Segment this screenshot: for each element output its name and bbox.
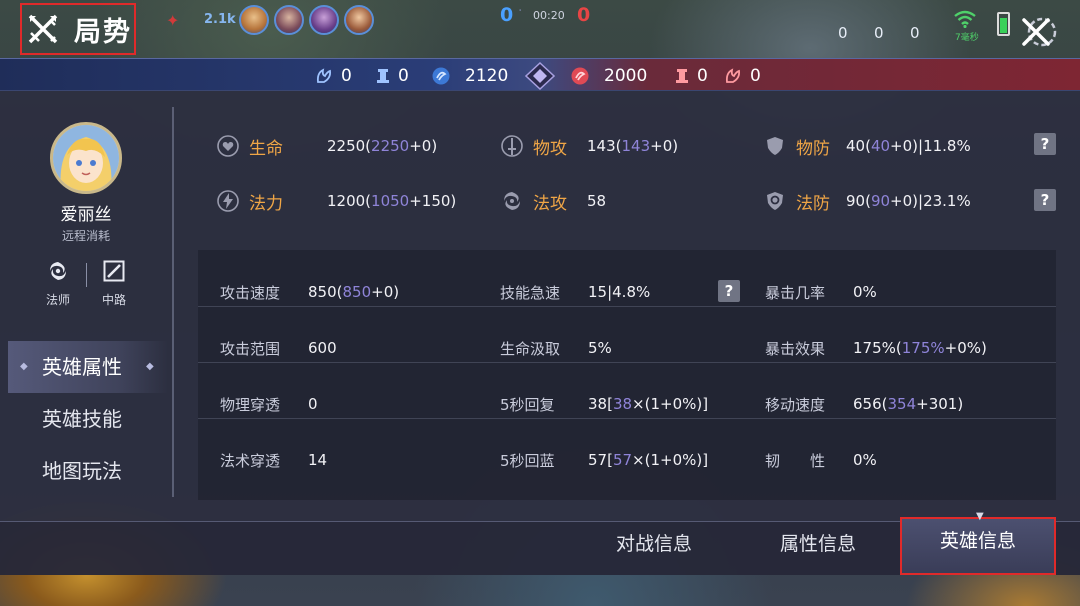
kill-icon: ✦ [166, 11, 180, 30]
heart-icon [215, 133, 241, 159]
hud-stat: 0 [838, 24, 848, 42]
gold-icon [571, 67, 589, 85]
blue-dragons: 0 [315, 66, 352, 86]
stat-attack-speed: 攻击速度 850(850+0) [220, 283, 400, 302]
defense-help-button[interactable]: ? [1034, 133, 1056, 155]
hero-class-tag: 法师 [38, 259, 78, 308]
mage-icon [50, 262, 66, 280]
ally-portrait[interactable] [344, 5, 374, 35]
ally-portrait[interactable] [309, 5, 339, 35]
stat-crit-damage: 暴击效果 175%(175%+0%) [765, 339, 987, 358]
gold-icon [432, 67, 450, 85]
nav-hero-attributes[interactable]: 英雄属性 [8, 341, 168, 393]
shield-icon [762, 133, 788, 159]
hero-role: 远程消耗 [61, 229, 110, 243]
dragon-icon [725, 68, 741, 83]
versus-diamond-icon [525, 62, 555, 90]
detailed-stats-table: 攻击速度 850(850+0) 攻击范围 600 物理穿透 0 法术穿透 14 … [198, 250, 1056, 500]
blue-team-score: 0 [500, 4, 514, 26]
hero-name: 爱丽丝 [60, 205, 112, 225]
stat-physical-attack: 物攻 143(143+0) [499, 131, 678, 161]
stat-physical-defense: 物防 40(40+0)|11.8% [762, 131, 971, 161]
score-separator: · [518, 3, 523, 19]
dragon-icon [316, 68, 332, 83]
hero-lane-tag: 中路 [94, 259, 134, 308]
kills-count: 2.1k [204, 12, 236, 27]
swirl-icon [499, 188, 525, 214]
side-divider [172, 107, 174, 497]
tab-battle-info[interactable]: 对战信息 [576, 522, 732, 576]
hud-stat: 0 [910, 24, 920, 42]
hero-avatar [50, 122, 122, 194]
stat-tenacity: 韧 性 0% [765, 451, 877, 470]
nav-hero-skills[interactable]: 英雄技能 [8, 393, 168, 445]
red-gold: 2000 [570, 66, 647, 86]
battery-icon [997, 12, 1010, 36]
close-icon[interactable] [1016, 12, 1060, 52]
ping-value: 7毫秒 [955, 33, 979, 43]
ally-portrait[interactable] [274, 5, 304, 35]
blue-gold: 2120 [431, 66, 508, 86]
bottom-tab-bar: 对战信息 属性信息 英雄信息 [0, 517, 1080, 576]
wifi-icon [954, 10, 976, 28]
hero-portrait-image [53, 125, 119, 191]
tag-divider [86, 263, 87, 287]
stat-attack-range: 攻击范围 600 [220, 339, 337, 358]
stat-physical-penetration: 物理穿透 0 [220, 395, 318, 414]
magic-defense-help-button[interactable]: ? [1034, 189, 1056, 211]
stat-lifesteal: 生命汲取 5% [500, 339, 612, 358]
lightning-icon [215, 188, 241, 214]
tab-attribute-info[interactable]: 属性信息 [740, 522, 896, 576]
tower-icon [377, 69, 389, 83]
stat-move-speed: 移动速度 656(354+301) [765, 395, 964, 414]
haste-help-button[interactable]: ? [718, 280, 740, 302]
hud-stat: 0 [874, 24, 884, 42]
situation-title-box[interactable]: 局势 [20, 3, 136, 55]
game-background-strip [0, 575, 1080, 606]
tower-icon [676, 69, 688, 83]
mid-lane-icon [103, 260, 125, 282]
stat-hp-regen: 5秒回复 38[38×(1+0%)] [500, 395, 709, 414]
team-resource-bar: 0 0 2120 2000 0 0 [0, 58, 1080, 91]
sword-icon [499, 133, 525, 159]
stat-magic-attack: 法攻 58 [499, 186, 606, 216]
stat-mana-regen: 5秒回蓝 57[57×(1+0%)] [500, 451, 709, 470]
stat-ability-haste: 技能急速 15|4.8% [500, 283, 651, 302]
top-hud: 局势 ✦ 2.1k 0 · 00:20 0 0 0 0 7毫秒 [0, 0, 1080, 58]
stat-mana: 法力 1200(1050+150) [215, 186, 456, 216]
side-nav: 英雄属性 英雄技能 地图玩法 [8, 341, 168, 497]
magic-shield-icon [762, 188, 788, 214]
stat-magic-penetration: 法术穿透 14 [220, 451, 328, 470]
tab-hero-info[interactable]: 英雄信息 [900, 517, 1056, 575]
red-dragons: 0 [724, 66, 761, 86]
stat-magic-defense: 法防 90(90+0)|23.1% [762, 186, 971, 216]
active-tab-indicator-icon: ▼ [976, 511, 984, 522]
red-team-score: 0 [577, 4, 591, 26]
blue-towers: 0 [376, 66, 409, 86]
page-title: 局势 [74, 16, 132, 48]
ally-portrait[interactable] [239, 5, 269, 35]
crossed-swords-icon [28, 14, 58, 44]
red-towers: 0 [675, 66, 708, 86]
stat-hp: 生命 2250(2250+0) [215, 131, 437, 161]
nav-map-gameplay[interactable]: 地图玩法 [8, 445, 168, 497]
stat-crit-chance: 暴击几率 0% [765, 283, 877, 302]
hero-info-panel: 爱丽丝 远程消耗 法师 中路 英雄属性 英雄技能 地图玩法 生命 2250(22… [0, 91, 1080, 521]
match-timer: 00:20 [533, 9, 565, 22]
